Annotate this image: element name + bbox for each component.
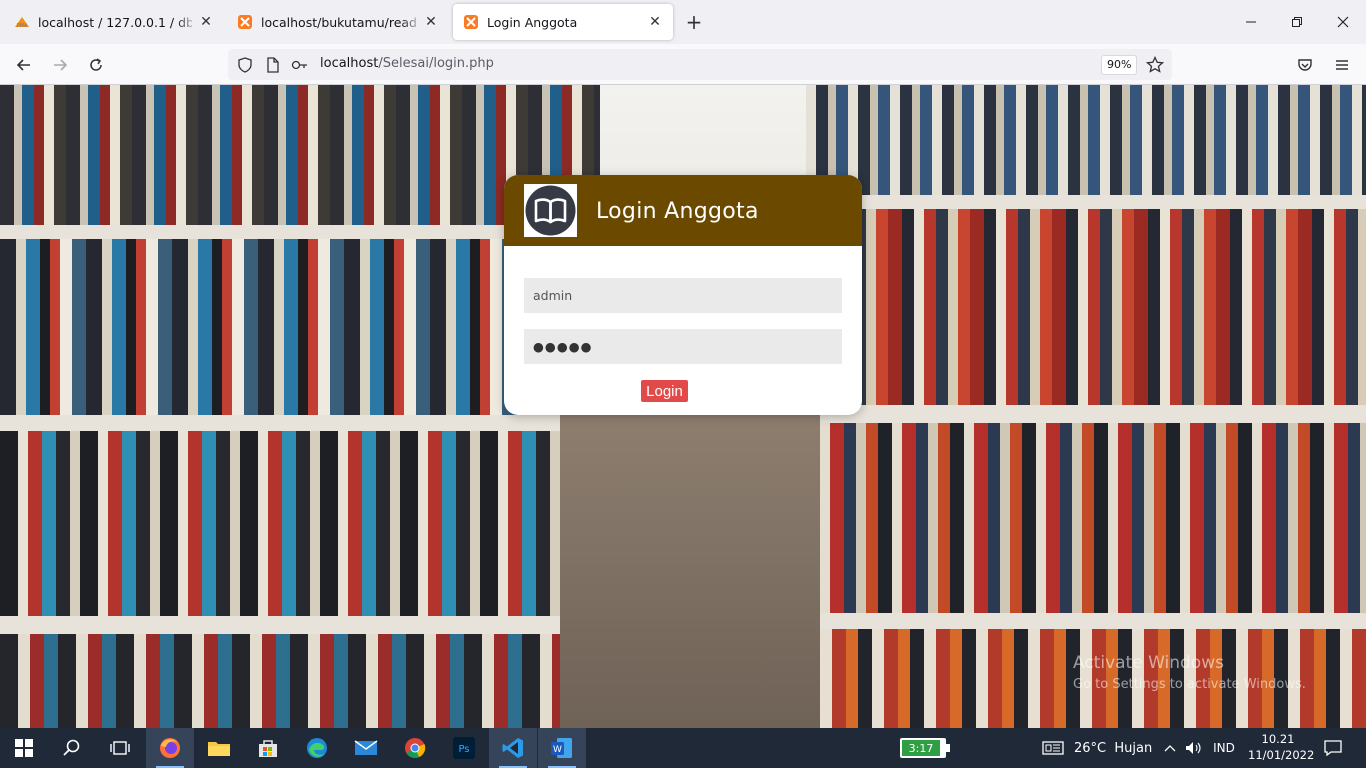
activate-windows-watermark: Activate Windows Go to Settings to activ… <box>1073 653 1306 692</box>
chrome-icon[interactable] <box>391 728 439 768</box>
key-icon[interactable] <box>291 56 309 74</box>
windows-taskbar: Ps W 3:17 26°C Hujan IND 10.21 11/01/202… <box>0 728 1366 768</box>
volume-icon[interactable] <box>1183 728 1205 768</box>
phpmyadmin-icon: PMA <box>14 14 30 30</box>
open-book-icon <box>525 185 576 236</box>
shelf-board <box>806 195 1366 209</box>
tab-title: localhost / 127.0.0.1 / db_perpus <box>38 14 192 30</box>
shelf-board <box>806 613 1366 629</box>
search-icon[interactable] <box>48 728 96 768</box>
minimize-button[interactable] <box>1228 0 1274 44</box>
navigation-toolbar: localhost/Selesai/login.php 90% <box>0 44 1366 85</box>
svg-text:Ps: Ps <box>458 744 469 755</box>
word-icon[interactable]: W <box>538 728 586 768</box>
task-view-icon[interactable] <box>96 728 144 768</box>
xampp-icon <box>237 14 253 30</box>
book-row <box>0 634 600 728</box>
edge-icon[interactable] <box>293 728 341 768</box>
page-icon[interactable] <box>264 56 282 74</box>
new-tab-button[interactable]: + <box>682 10 706 34</box>
notification-icon[interactable] <box>1318 728 1348 768</box>
menu-icon[interactable] <box>1329 52 1355 78</box>
pocket-icon[interactable] <box>1292 52 1318 78</box>
shield-icon[interactable] <box>236 56 254 74</box>
background-aisle-floor <box>560 405 820 728</box>
url-text[interactable]: localhost/Selesai/login.php <box>320 56 494 71</box>
book-row <box>806 423 1366 613</box>
photoshop-icon[interactable]: Ps <box>440 728 488 768</box>
close-icon[interactable]: ✕ <box>198 14 214 30</box>
vscode-icon[interactable] <box>489 728 537 768</box>
login-title: Login Anggota <box>596 199 759 224</box>
restore-button[interactable] <box>1274 0 1320 44</box>
reload-button[interactable] <box>83 52 109 78</box>
watermark-title: Activate Windows <box>1073 653 1224 673</box>
firefox-icon[interactable] <box>146 728 194 768</box>
login-button[interactable]: Login <box>641 380 688 402</box>
forward-button[interactable] <box>47 52 73 78</box>
tab-title: Login Anggota <box>487 14 578 30</box>
tab-title: localhost/bukutamu/read.php? <box>261 14 417 30</box>
shelf-board <box>0 415 600 431</box>
watermark-subtitle: Go to Settings to activate Windows. <box>1073 677 1306 692</box>
chevron-up-icon[interactable] <box>1160 728 1180 768</box>
book-row <box>806 85 1366 195</box>
username-input[interactable]: admin <box>524 278 842 313</box>
battery-nub <box>946 744 950 752</box>
battery-indicator[interactable]: 3:17 <box>900 738 950 758</box>
shelf-board <box>806 405 1366 423</box>
clock-date: 11/01/2022 <box>1248 748 1315 762</box>
login-card: Login Anggota admin ●●●●● Login <box>504 175 862 415</box>
url-host: localhost <box>320 56 379 71</box>
tab-fade <box>401 4 423 40</box>
svg-text:PMA: PMA <box>17 23 28 29</box>
background-bookshelf-right <box>806 85 1366 728</box>
tab-phpmyadmin[interactable]: PMA localhost / 127.0.0.1 / db_perpus ✕ <box>4 4 224 40</box>
page-viewport: Login Anggota admin ●●●●● Login Activate… <box>0 85 1366 728</box>
xampp-icon <box>463 14 479 30</box>
weather-news-icon <box>1042 741 1064 755</box>
language-indicator[interactable]: IND <box>1208 728 1240 768</box>
svg-text:W: W <box>553 745 562 755</box>
microsoft-store-icon[interactable] <box>244 728 292 768</box>
windows-start-icon[interactable] <box>0 728 48 768</box>
bookmark-star-icon[interactable] <box>1145 55 1165 75</box>
zoom-indicator[interactable]: 90% <box>1101 55 1138 75</box>
weather-widget[interactable]: 26°C Hujan <box>1042 728 1152 768</box>
close-icon[interactable]: ✕ <box>647 14 663 30</box>
tab-login-anggota[interactable]: Login Anggota ✕ <box>453 4 673 40</box>
battery-time: 3:17 <box>902 740 940 756</box>
close-icon[interactable]: ✕ <box>423 14 439 30</box>
file-explorer-icon[interactable] <box>195 728 243 768</box>
url-path: /Selesai/login.php <box>378 56 494 71</box>
close-window-button[interactable] <box>1320 0 1366 44</box>
address-bar[interactable]: localhost/Selesai/login.php 90% <box>228 49 1172 80</box>
system-clock[interactable]: 10.21 11/01/2022 <box>1248 731 1315 763</box>
tab-bukutamu[interactable]: localhost/bukutamu/read.php? ✕ <box>227 4 449 40</box>
clock-time: 10.21 <box>1261 732 1295 746</box>
book-row <box>0 431 600 616</box>
login-card-header: Login Anggota <box>504 175 862 246</box>
mail-icon[interactable] <box>342 728 390 768</box>
browser-tabstrip: PMA localhost / 127.0.0.1 / db_perpus ✕ … <box>0 0 1366 44</box>
book-row <box>806 209 1366 405</box>
logo <box>524 184 577 237</box>
back-button[interactable] <box>11 52 37 78</box>
password-input[interactable]: ●●●●● <box>524 329 842 364</box>
weather-text: 26°C Hujan <box>1074 740 1153 756</box>
tab-fade <box>176 4 198 40</box>
shelf-board <box>0 616 600 634</box>
